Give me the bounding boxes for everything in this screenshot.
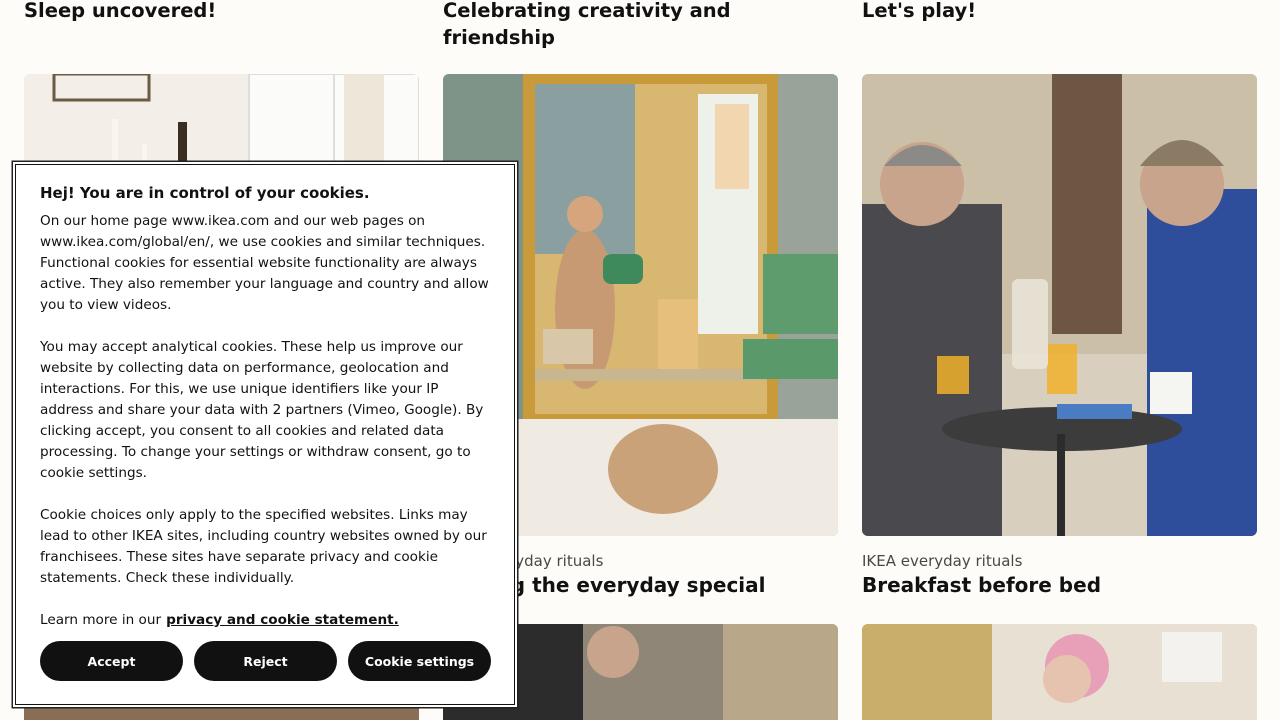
article-card-play[interactable]: Let's play! IKEA everyday rituals Breakf… <box>862 0 1257 720</box>
reject-button[interactable]: Reject <box>194 641 337 681</box>
kitchen-photo[interactable] <box>862 624 1257 720</box>
cookie-settings-button[interactable]: Cookie settings <box>348 641 491 681</box>
card-title[interactable]: Breakfast before bed <box>862 573 1101 597</box>
cookie-consent-dialog: Hej! You are in control of your cookies.… <box>13 162 517 707</box>
privacy-statement-link[interactable]: privacy and cookie statement. <box>166 612 399 628</box>
card-headline: Celebrating creativity and friendship <box>443 0 731 49</box>
accept-button[interactable]: Accept <box>40 641 183 681</box>
cookie-button-row: Accept Reject Cookie settings <box>40 641 491 681</box>
cookie-paragraph-functional: On our home page www.ikea.com and our we… <box>40 213 489 313</box>
article-card-sleep[interactable]: Sleep uncovered! <box>24 0 419 720</box>
card-headline: Sleep uncovered! <box>24 0 217 22</box>
learn-more-line: Learn more in our privacy and cookie stat… <box>40 610 492 631</box>
cookie-dialog-title: Hej! You are in control of your cookies. <box>40 184 370 202</box>
learn-more-text: Learn more in our <box>40 612 162 628</box>
card-category: IKEA everyday rituals <box>862 552 1023 570</box>
cookie-paragraph-scope: Cookie choices only apply to the specifi… <box>40 507 487 586</box>
card-headline: Let's play! <box>862 0 977 22</box>
article-card-creativity[interactable]: Celebrating creativity and friendship IK… <box>443 0 838 720</box>
breakfast-photo[interactable] <box>862 74 1257 536</box>
cookie-paragraph-analytical: You may accept analytical cookies. These… <box>40 339 484 481</box>
